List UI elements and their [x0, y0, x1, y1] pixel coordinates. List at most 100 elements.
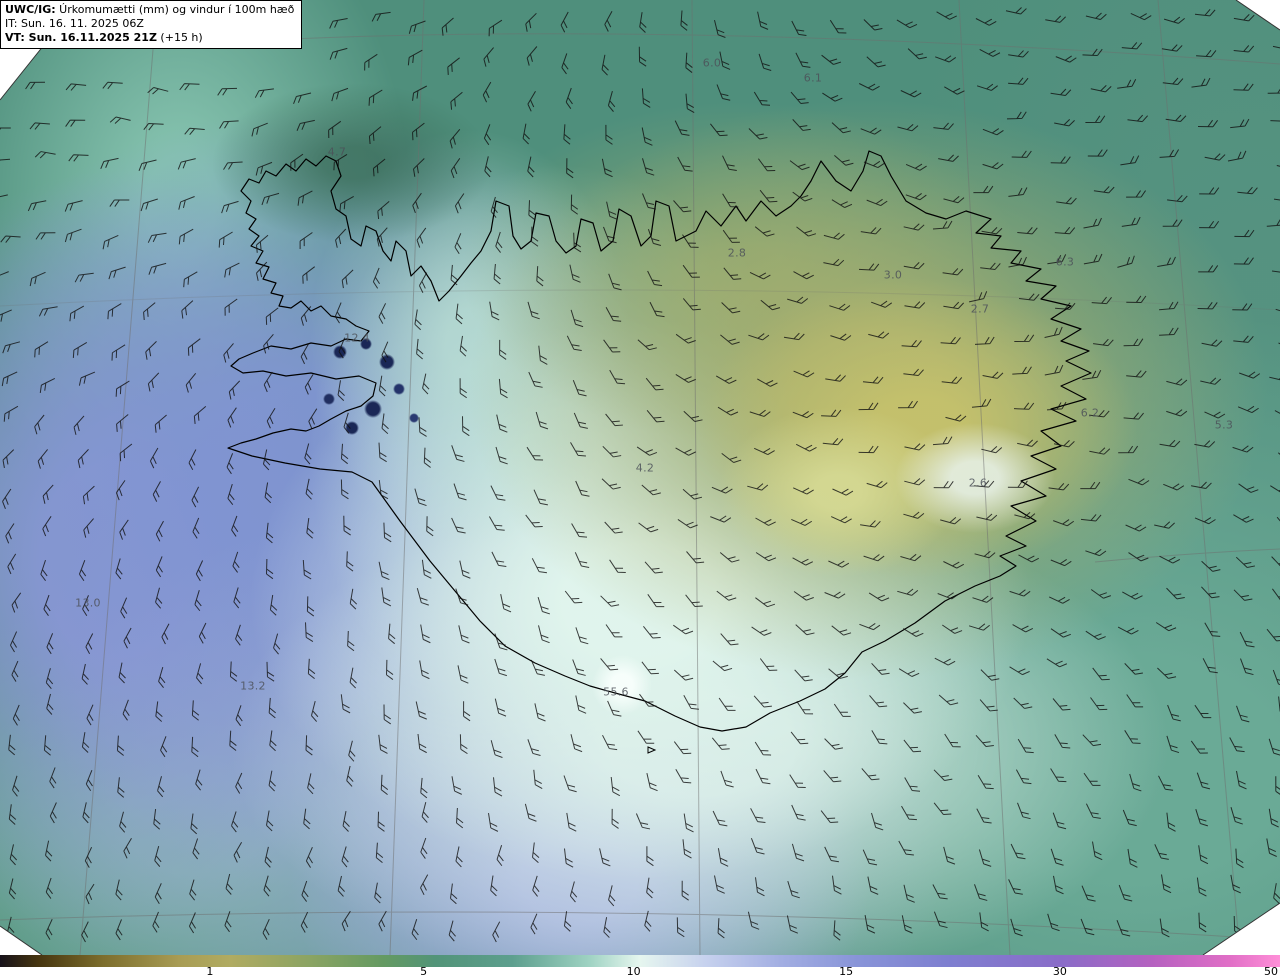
wind-barb — [346, 551, 354, 572]
wind-barb — [944, 733, 961, 748]
wind-barb — [932, 436, 953, 446]
wind-barb — [605, 307, 622, 322]
wind-barb — [1240, 658, 1254, 676]
wind-barb — [1167, 704, 1181, 722]
wind-barb — [604, 11, 613, 32]
wind-barb — [217, 87, 238, 96]
wind-barb — [1266, 838, 1277, 857]
wind-barb — [1232, 445, 1254, 453]
wind-barb — [412, 85, 428, 101]
wind-barb — [1198, 845, 1209, 865]
wind-barb — [1052, 698, 1071, 711]
wind-barb — [903, 261, 925, 270]
wind-barb — [349, 588, 358, 610]
wind-barb — [194, 590, 202, 612]
wind-barb — [265, 522, 274, 544]
wind-barb — [792, 410, 814, 419]
wind-barb — [306, 518, 314, 539]
wind-barb — [371, 11, 391, 22]
wind-barb — [1229, 737, 1245, 753]
wind-barb — [1053, 519, 1075, 527]
wind-barb — [1083, 772, 1101, 786]
wind-barb — [0, 309, 12, 324]
weather-map-canvas: 6.0 6.1 4.7 2.8 3.0 2.7 6.3 6.2 5.3 4.2 2.6 12.4 13.… — [0, 0, 1280, 978]
wind-barb — [484, 156, 492, 178]
wind-barb — [45, 918, 53, 940]
wind-barb — [526, 446, 544, 461]
wind-barb — [1198, 265, 1219, 273]
wind-barb — [1050, 768, 1067, 783]
wind-barb — [368, 89, 383, 106]
wind-barb — [77, 449, 89, 469]
wind-barb — [898, 400, 918, 409]
wind-barb — [823, 770, 842, 783]
wind-barb — [488, 813, 499, 832]
wind-barb — [901, 805, 917, 821]
wind-barb — [459, 734, 468, 755]
wind-barb — [3, 405, 19, 422]
wind-barb — [757, 11, 769, 30]
wind-barb — [1271, 266, 1280, 274]
iceland-coastline — [227, 150, 1092, 732]
wind-barb — [1093, 338, 1114, 347]
wind-barb — [532, 875, 540, 897]
wind-barb — [1008, 77, 1029, 85]
wind-barb — [451, 445, 465, 462]
wind-barb — [833, 920, 841, 941]
wind-barb-field — [0, 7, 1280, 943]
wind-barb — [637, 730, 655, 744]
wind-barb — [1166, 587, 1185, 600]
wind-barb — [789, 160, 810, 171]
wind-barb — [1009, 589, 1031, 597]
wind-barb — [1050, 848, 1064, 866]
wind-barb — [302, 559, 312, 580]
wind-barb — [494, 658, 507, 677]
wind-barb — [380, 774, 389, 795]
wind-barb — [333, 153, 348, 171]
wind-barb — [862, 849, 878, 866]
wind-barb — [829, 19, 847, 34]
wind-barb — [224, 298, 238, 316]
wind-barb — [755, 517, 776, 526]
wind-barb — [143, 302, 156, 321]
wind-barb — [85, 770, 93, 791]
wind-barb — [1050, 156, 1071, 164]
wind-barb — [569, 881, 578, 903]
wind-barb — [749, 271, 771, 280]
wind-barb — [381, 341, 389, 363]
wind-barb — [490, 196, 498, 218]
wind-barb — [1012, 366, 1032, 375]
wind-barb — [903, 368, 924, 377]
wind-barb — [943, 301, 965, 310]
wind-barb — [42, 516, 52, 537]
wind-barb — [981, 445, 1003, 454]
wind-barb — [1047, 254, 1067, 265]
wind-barb — [83, 518, 94, 538]
wind-barb — [1085, 630, 1106, 640]
wind-barb — [1236, 770, 1247, 790]
wind-barb — [1201, 560, 1221, 572]
wind-barb — [364, 53, 378, 71]
wind-barb — [790, 731, 809, 745]
wind-barb — [1012, 624, 1034, 633]
wind-barb — [115, 879, 123, 901]
wind-barb — [564, 848, 574, 868]
wind-barb — [0, 235, 21, 243]
wind-barb — [1233, 14, 1255, 22]
wind-barb — [1054, 119, 1075, 127]
wind-barb — [1190, 740, 1208, 754]
wind-barb — [73, 415, 85, 435]
wind-barb — [117, 777, 125, 798]
wind-barb — [641, 484, 661, 496]
wind-barb — [896, 19, 918, 29]
wind-barb — [820, 810, 839, 823]
wind-barb — [1126, 694, 1144, 708]
wind-barb — [235, 705, 243, 727]
wind-barb — [976, 83, 998, 91]
wind-barb — [1017, 227, 1038, 235]
wind-barb — [449, 883, 458, 905]
wind-barb — [1090, 85, 1112, 93]
wind-barb — [346, 765, 354, 787]
wind-barb — [1163, 483, 1185, 491]
wind-barb — [869, 695, 888, 708]
